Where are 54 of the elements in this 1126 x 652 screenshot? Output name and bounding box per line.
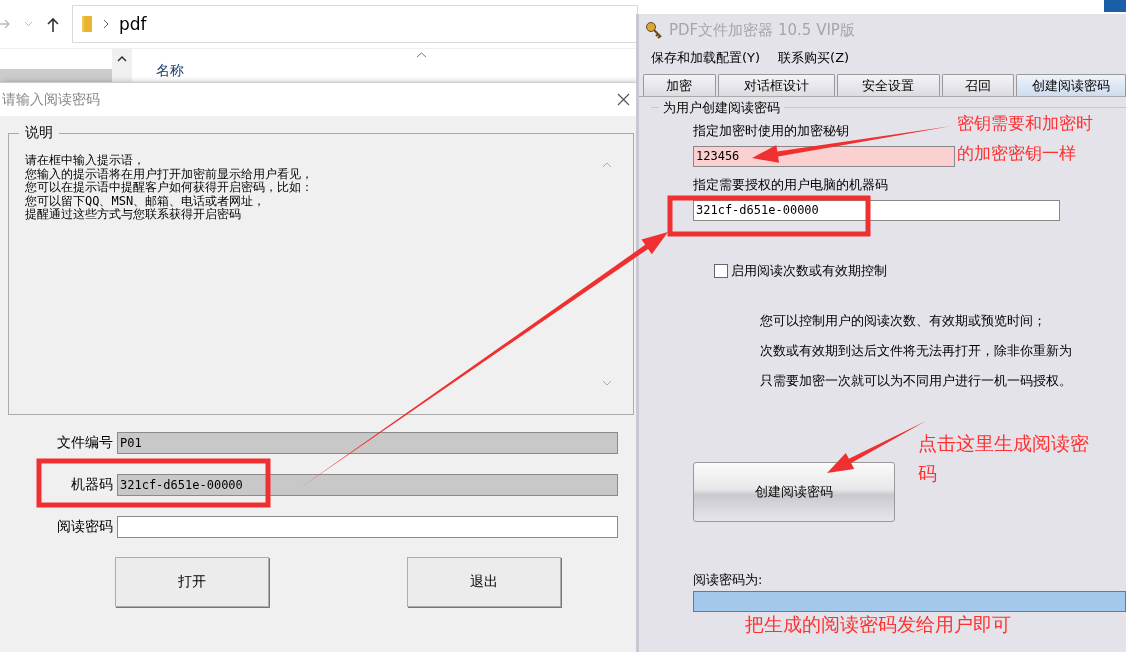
checkbox[interactable] [714, 264, 728, 278]
chevron-down-icon[interactable] [24, 21, 33, 27]
info-text: 次数或有效期到达后文件将无法再打开，除非你重新为 [760, 343, 1072, 360]
group-title: 说明 [19, 124, 59, 142]
key-icon [645, 21, 663, 39]
dialog-button[interactable]: 打开 [115, 557, 269, 607]
info-text: 您可以控制用户的阅读次数、有效期或预览时间； [760, 313, 1047, 330]
field-label: 机器码 [70, 476, 113, 494]
window-title: PDF文件加密器 10.5 VIP版 [669, 20, 855, 40]
forward-icon[interactable] [0, 18, 10, 30]
annotation-text: 把生成的阅读密码发给用户即可 [745, 613, 1011, 635]
caret-up-icon [602, 162, 612, 168]
field-label: 文件编号 [56, 434, 113, 452]
caret-up-icon [117, 56, 127, 62]
annotation-text: 密钥需要和加密时的加密密钥一样 [957, 112, 1094, 165]
tab[interactable]: 对话框设计 [717, 74, 836, 96]
prompt-line: 您可以留下QQ、MSN、邮箱、电话或者网址， [25, 194, 267, 208]
sort-caret-icon [416, 52, 427, 58]
info-text: 只需要加密一次就可以为不同用户进行一机一码授权。 [760, 373, 1072, 390]
field-label: 阅读密码为: [693, 571, 763, 589]
tab[interactable]: 创建阅读密码 [1016, 74, 1126, 96]
up-arrow-icon[interactable] [47, 16, 59, 32]
menu-item[interactable]: 保存和加载配置(Y) [651, 49, 761, 67]
close-icon[interactable] [617, 93, 630, 106]
group-title: 为用户创建阅读密码 [659, 99, 784, 117]
menu-item[interactable]: 联系购买(Z) [778, 49, 850, 67]
input-field[interactable] [117, 516, 618, 538]
machine-code-field[interactable]: 321cf-d651e-00000 [693, 200, 1060, 221]
prompt-text[interactable]: 请在框中输入提示语， 您输入的提示语将在用户打开加密前显示给用户看见， 您可以在提示语中提醒客户如何获得开启密码，比如： 您可以留下QQ、MSN、邮箱、电话或者网址， 提醒通过这些方式与您联系获得开启密码 [25, 154, 601, 394]
window-edge [1104, 0, 1126, 12]
annotation-text: 点击这里生成阅读密码 [918, 431, 1090, 486]
prompt-line: 您可以在提示语中提醒客户如何获得开启密码，比如： [25, 181, 314, 195]
tab[interactable]: 加密 [643, 74, 716, 96]
create-password-button[interactable]: 创建阅读密码 [693, 462, 895, 522]
field-label: 阅读密码 [56, 518, 113, 536]
dialog-title: 请输入阅读密码 [2, 90, 100, 109]
folder-path: pdf [119, 14, 147, 34]
tab[interactable]: 安全设置 [837, 74, 940, 96]
tab[interactable]: 召回 [941, 74, 1015, 96]
caret-down-icon [602, 380, 612, 386]
field-label: 指定加密时使用的加密秘钥 [693, 122, 849, 140]
scroll-up-button[interactable] [112, 49, 132, 83]
result-field[interactable] [693, 591, 1126, 612]
chevron-right-icon [103, 19, 109, 29]
address-bar[interactable]: pdf [72, 5, 638, 43]
column-header[interactable]: 名称 [156, 62, 184, 78]
checkbox-label: 启用阅读次数或有效期控制 [731, 262, 887, 280]
prompt-line: 提醒通过这些方式与您联系获得开启密码 [25, 208, 241, 222]
prompt-line: 请在框中输入提示语， [25, 154, 146, 168]
folder-icon [81, 16, 93, 32]
prompt-line: 您输入的提示语将在用户打开加密前显示给用户看见， [25, 167, 314, 181]
field-label: 指定需要授权的用户电脑的机器码 [693, 176, 888, 194]
key-field[interactable]: 123456 [693, 146, 955, 167]
dialog-button[interactable]: 退出 [407, 557, 561, 607]
